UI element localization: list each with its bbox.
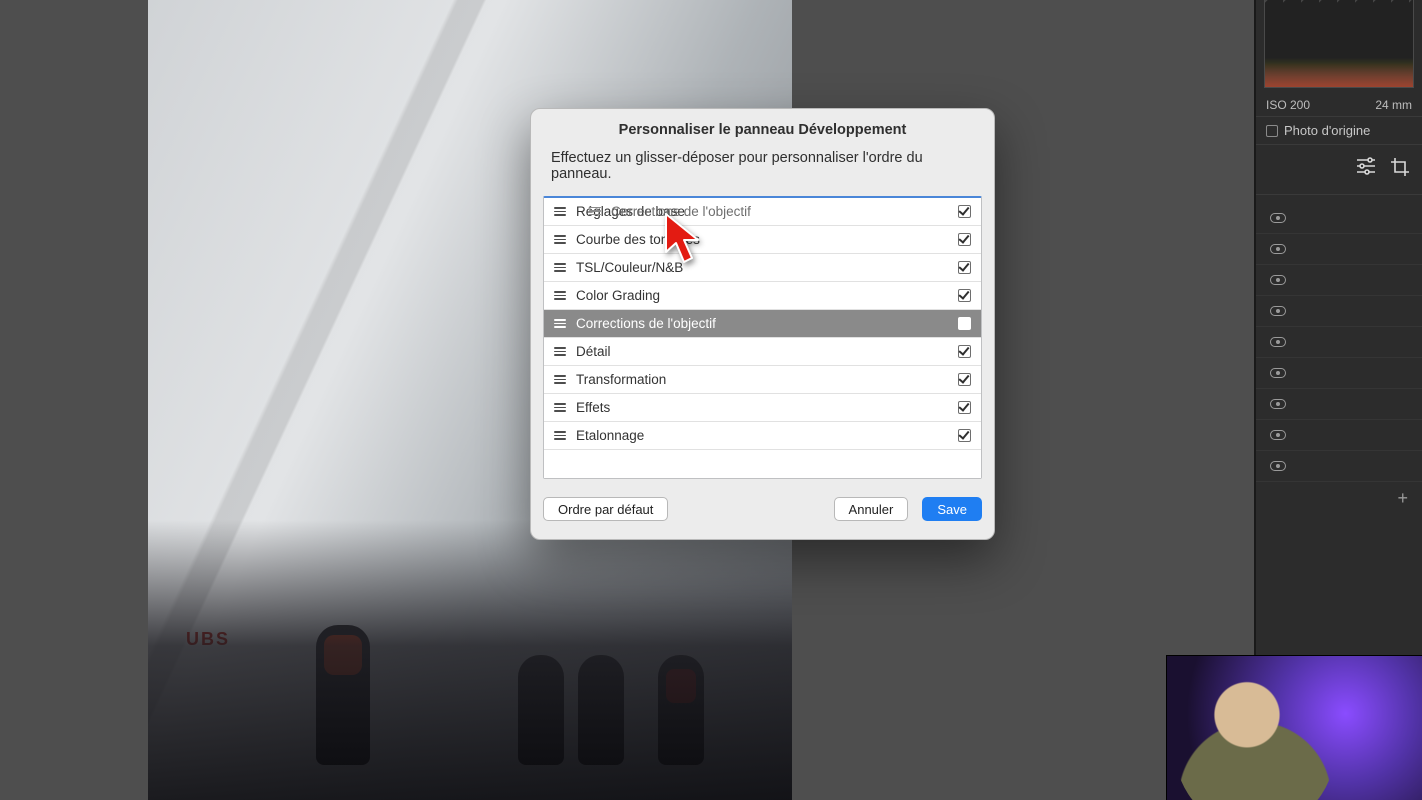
drag-handle-icon[interactable] — [554, 291, 566, 300]
panel-row-checkbox[interactable] — [958, 205, 971, 218]
customize-develop-panel-dialog: Personnaliser le panneau Développement E… — [530, 108, 995, 540]
panel-row-checkbox[interactable] — [958, 233, 971, 246]
eye-icon[interactable] — [1270, 275, 1286, 285]
tool-icons-row — [1256, 145, 1422, 195]
drag-handle-icon[interactable] — [554, 347, 566, 356]
eye-icon[interactable] — [1270, 399, 1286, 409]
dialog-title: Personnaliser le panneau Développement — [531, 109, 994, 150]
panel-row[interactable]: Etalonnage — [544, 422, 981, 450]
panel-row-label: TSL/Couleur/N&B — [576, 260, 958, 275]
panel-row-checkbox[interactable] — [958, 317, 971, 330]
photo-figure — [578, 655, 624, 765]
eye-icon[interactable] — [1270, 430, 1286, 440]
panel-row-label: Etalonnage — [576, 428, 958, 443]
histogram[interactable] — [1264, 0, 1414, 88]
drag-handle-icon[interactable] — [554, 207, 566, 216]
crop-icon[interactable] — [1390, 157, 1410, 182]
panel-order-list[interactable]: Réglages de base Courbe des tonalités TSL/… — [543, 196, 982, 479]
panel-row-label: Courbe des tonalités — [576, 232, 958, 247]
photo-figure — [658, 655, 704, 765]
section-visibility-row[interactable] — [1256, 358, 1422, 389]
eye-icon[interactable] — [1270, 461, 1286, 471]
panel-row-label: Corrections de l'objectif — [576, 316, 958, 331]
panel-row[interactable]: Transformation — [544, 366, 981, 394]
webcam-inset — [1166, 655, 1422, 800]
dialog-instruction: Effectuez un glisser-déposer pour person… — [531, 150, 994, 196]
panel-row-checkbox[interactable] — [958, 401, 971, 414]
panel-row-blank — [544, 450, 981, 478]
adjust-sliders-icon[interactable] — [1356, 157, 1376, 182]
add-section-icon[interactable]: + — [1256, 482, 1422, 515]
section-visibility-row[interactable] — [1256, 327, 1422, 358]
panel-row-label: Color Grading — [576, 288, 958, 303]
origin-checkbox-icon[interactable] — [1266, 125, 1278, 137]
eye-icon[interactable] — [1270, 213, 1286, 223]
section-visibility-row[interactable] — [1256, 389, 1422, 420]
section-visibility-row[interactable] — [1256, 420, 1422, 451]
default-order-button[interactable]: Ordre par défaut — [543, 497, 668, 521]
eye-icon[interactable] — [1270, 337, 1286, 347]
photo-figure — [518, 655, 564, 765]
panel-row[interactable]: Courbe des tonalités — [544, 226, 981, 254]
section-visibility-row[interactable] — [1256, 451, 1422, 482]
drag-handle-icon[interactable] — [554, 431, 566, 440]
dialog-button-row: Ordre par défaut Annuler Save — [531, 479, 994, 521]
save-button[interactable]: Save — [922, 497, 982, 521]
panel-sections — [1256, 195, 1422, 482]
panel-row-label: Transformation — [576, 372, 958, 387]
focal-length: 24 mm — [1375, 98, 1412, 112]
exif-row: ISO 200 24 mm — [1256, 94, 1422, 116]
drag-handle-icon[interactable] — [554, 375, 566, 384]
section-visibility-row[interactable] — [1256, 296, 1422, 327]
iso-value: ISO 200 — [1266, 98, 1310, 112]
section-visibility-row[interactable] — [1256, 203, 1422, 234]
panel-row-label: Détail — [576, 344, 958, 359]
photo-figure — [316, 625, 370, 765]
drag-handle-icon[interactable] — [554, 235, 566, 244]
panel-row[interactable]: Corrections de l'objectif — [544, 310, 981, 338]
panel-row-label: Effets — [576, 400, 958, 415]
panel-row[interactable]: Réglages de base — [544, 198, 981, 226]
eye-icon[interactable] — [1270, 306, 1286, 316]
photo-sign: UBS — [186, 629, 230, 650]
panel-row-checkbox[interactable] — [958, 373, 971, 386]
panel-row-label: Réglages de base — [576, 204, 958, 219]
panel-row-checkbox[interactable] — [958, 289, 971, 302]
panel-row[interactable]: Effets — [544, 394, 981, 422]
section-visibility-row[interactable] — [1256, 265, 1422, 296]
drag-handle-icon[interactable] — [554, 319, 566, 328]
panel-row-checkbox[interactable] — [958, 345, 971, 358]
drag-handle-icon[interactable] — [554, 403, 566, 412]
panel-row[interactable]: Color Grading — [544, 282, 981, 310]
cancel-button[interactable]: Annuler — [834, 497, 909, 521]
panel-row[interactable]: TSL/Couleur/N&B — [544, 254, 981, 282]
panel-row[interactable]: Détail — [544, 338, 981, 366]
origin-label: Photo d'origine — [1284, 123, 1370, 138]
drag-handle-icon[interactable] — [554, 263, 566, 272]
panel-row-checkbox[interactable] — [958, 261, 971, 274]
section-visibility-row[interactable] — [1256, 234, 1422, 265]
panel-row-checkbox[interactable] — [958, 429, 971, 442]
origin-row[interactable]: Photo d'origine — [1256, 116, 1422, 145]
eye-icon[interactable] — [1270, 368, 1286, 378]
eye-icon[interactable] — [1270, 244, 1286, 254]
